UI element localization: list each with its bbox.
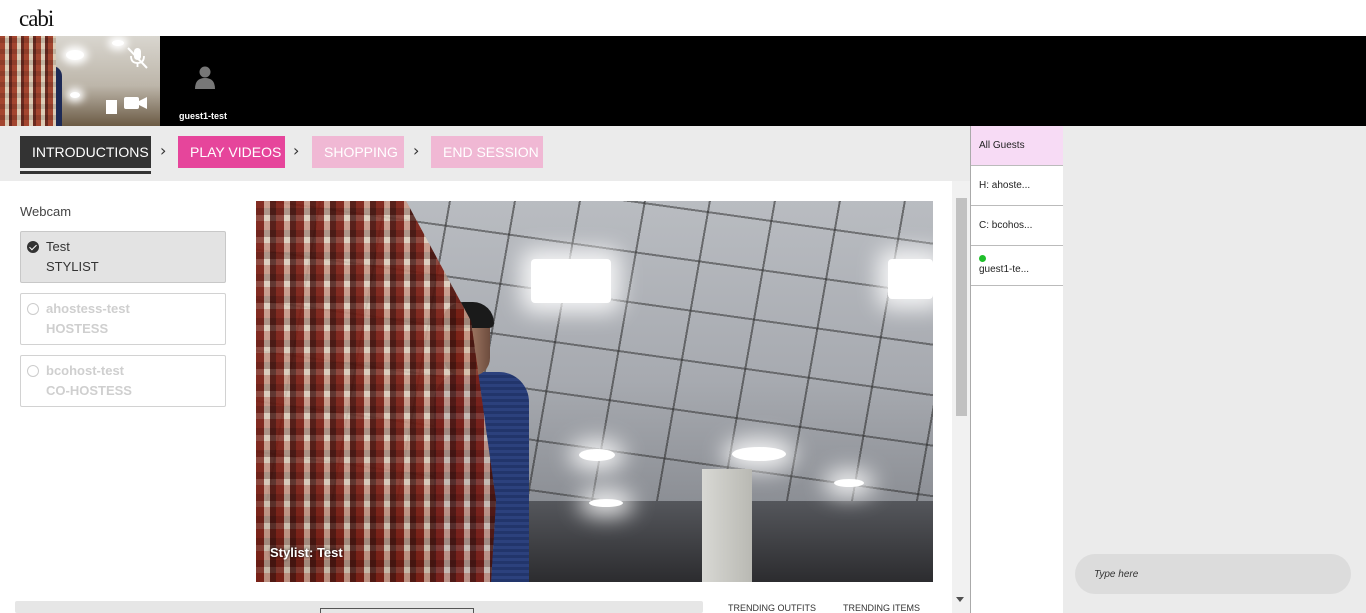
person-role: CO-HOSTESS — [46, 383, 132, 398]
main-video: Stylist: Test — [256, 201, 933, 582]
ceiling-light — [531, 259, 611, 303]
step-end-session[interactable]: END SESSION — [431, 136, 543, 168]
participant-name: guest1-test — [179, 111, 228, 121]
step-shopping[interactable]: SHOPPING — [312, 136, 404, 168]
ceiling-light — [834, 479, 864, 487]
user-avatar-icon — [193, 65, 217, 89]
chat-input[interactable] — [1075, 554, 1351, 594]
person-name: bcohost-test — [46, 363, 124, 378]
ceiling-light — [888, 259, 933, 299]
video-strip: guest1-test — [0, 36, 1366, 126]
ceiling-light — [112, 40, 124, 46]
pillar — [702, 469, 752, 582]
check-icon — [27, 241, 39, 253]
online-status-icon — [979, 255, 986, 262]
webcam-label: Webcam — [20, 204, 72, 219]
tab-trending-items[interactable]: TRENDING ITEMS — [843, 603, 920, 613]
chevron-right-icon: › — [293, 141, 300, 160]
ceiling-light — [70, 92, 80, 98]
chevron-right-icon: › — [160, 141, 167, 160]
bottom-panel-box — [320, 608, 474, 613]
self-video-preview — [0, 36, 160, 126]
video-caption: Stylist: Test — [270, 545, 343, 560]
guest-item-all[interactable]: All Guests — [971, 126, 1064, 166]
guest-label: guest1-te... — [979, 264, 1030, 275]
scrollbar[interactable] — [952, 181, 970, 613]
person-role: STYLIST — [46, 259, 99, 274]
main-panel: INTRODUCTIONS › PLAY VIDEOS › SHOPPING ›… — [0, 126, 970, 613]
scroll-down-icon[interactable] — [956, 597, 964, 602]
scroll-thumb[interactable] — [956, 198, 967, 416]
ceiling-light — [66, 50, 84, 60]
guest-label: H: ahoste... — [979, 180, 1031, 191]
step-play-videos[interactable]: PLAY VIDEOS — [178, 136, 285, 168]
participant-tile[interactable]: guest1-test — [165, 36, 245, 126]
webcam-person-hostess[interactable]: ahostess-test HOSTESS — [20, 293, 226, 345]
guest-item-guest1[interactable]: guest1-te... — [971, 246, 1064, 286]
radio-icon — [27, 365, 39, 377]
session-steps: INTRODUCTIONS › PLAY VIDEOS › SHOPPING ›… — [0, 126, 970, 181]
webcam-person-stylist[interactable]: Test STYLIST — [20, 231, 226, 283]
person-role: HOSTESS — [46, 321, 109, 336]
ceiling-light — [589, 499, 623, 507]
person-name: Test — [46, 239, 70, 254]
chat-panel — [1063, 126, 1366, 613]
guest-item-cohostess[interactable]: C: bcohos... — [971, 206, 1064, 246]
mic-off-icon[interactable] — [124, 46, 150, 70]
guest-label: C: bcohos... — [979, 220, 1033, 231]
video-camera-icon[interactable] — [104, 94, 150, 116]
guest-item-hostess[interactable]: H: ahoste... — [971, 166, 1064, 206]
ceiling-light — [732, 447, 786, 461]
ceiling-light — [579, 449, 615, 461]
person-name: ahostess-test — [46, 301, 130, 316]
active-step-underline — [20, 171, 151, 174]
guest-list: All Guests H: ahoste... C: bcohos... gue… — [970, 126, 1064, 613]
plaid-shirt — [0, 36, 56, 126]
chevron-right-icon: › — [413, 141, 420, 160]
content-area: Webcam Test STYLIST ahostess-test HOSTES… — [0, 181, 952, 613]
webcam-person-cohostess[interactable]: bcohost-test CO-HOSTESS — [20, 355, 226, 407]
tab-trending-outfits[interactable]: TRENDING OUTFITS — [728, 603, 816, 613]
guest-label: All Guests — [979, 140, 1025, 151]
top-bar: cabi — [0, 0, 1366, 36]
radio-icon — [27, 303, 39, 315]
step-introductions[interactable]: INTRODUCTIONS — [20, 136, 151, 168]
cabi-logo: cabi — [19, 6, 54, 31]
